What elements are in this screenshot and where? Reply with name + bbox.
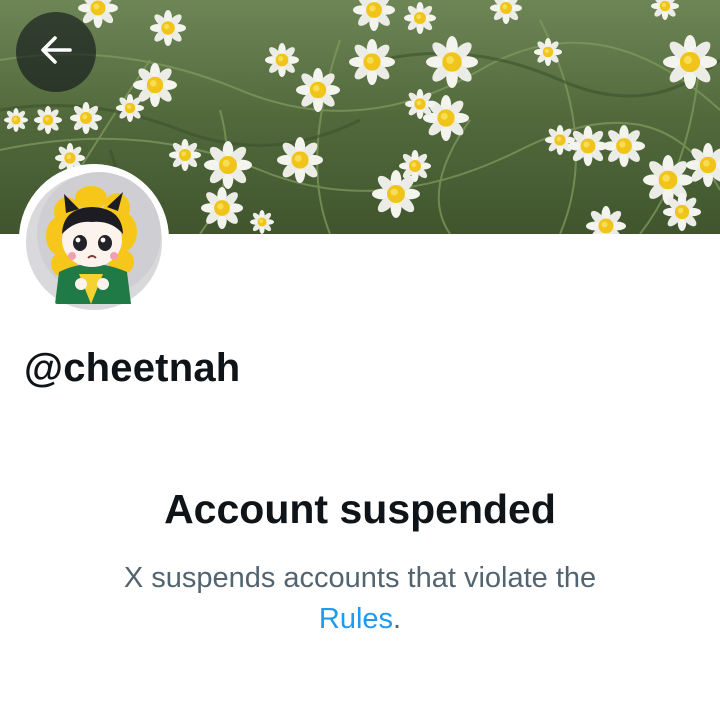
suspension-message: X suspends accounts that violate the Rul…: [80, 558, 640, 640]
rules-link[interactable]: Rules: [319, 603, 393, 635]
profile-handle: @cheetnah: [24, 346, 241, 390]
arrow-left-icon: [36, 30, 76, 75]
suspension-message-text: X suspends accounts that violate the: [123, 562, 597, 594]
avatar-image: [19, 164, 169, 314]
suspension-message-period: .: [393, 603, 402, 635]
suspension-title: Account suspended: [164, 486, 556, 532]
suspension-notice: Account suspended X suspends accounts th…: [0, 484, 720, 640]
back-button[interactable]: [16, 12, 96, 92]
profile-page: @cheetnah Account suspended X suspends a…: [0, 0, 720, 721]
avatar[interactable]: [19, 164, 169, 314]
